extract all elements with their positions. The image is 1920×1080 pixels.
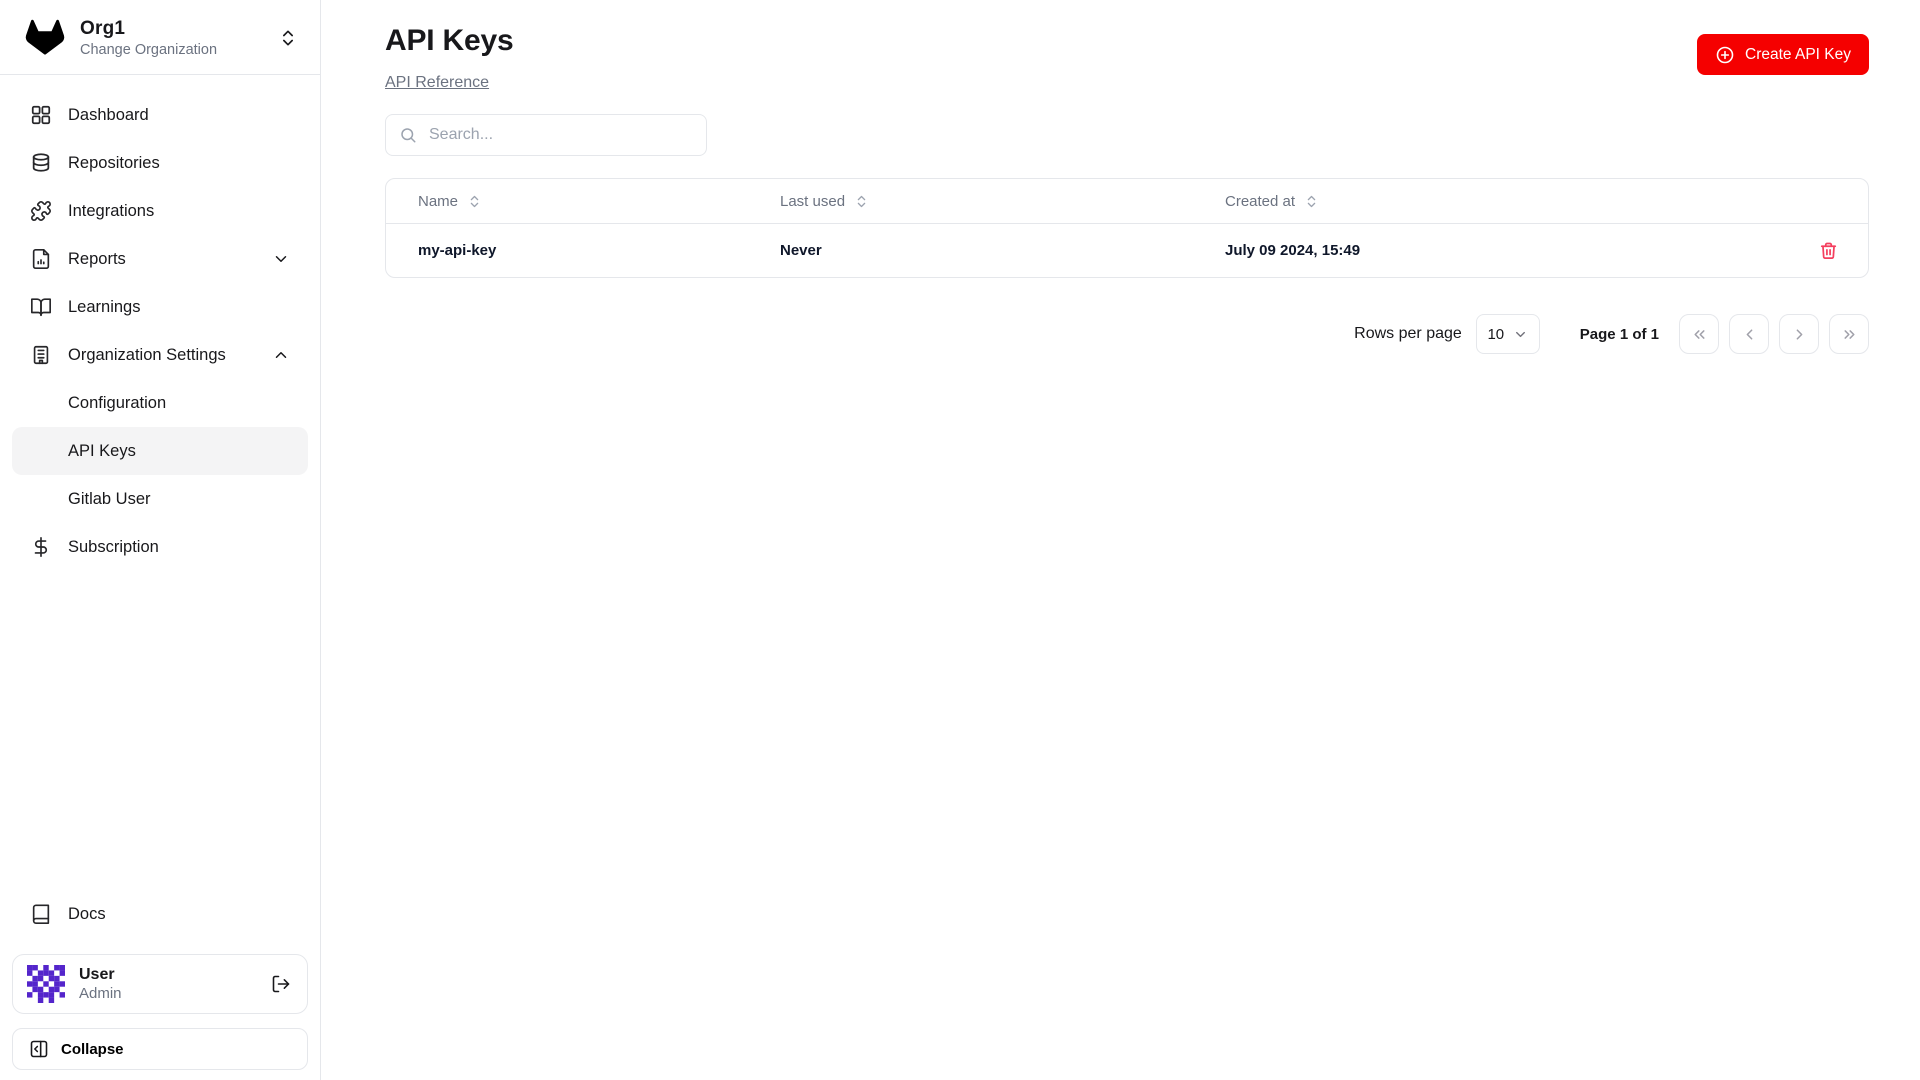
sidebar-item-label: Organization Settings (68, 345, 226, 364)
sidebar-item-subscription[interactable]: Subscription (12, 523, 308, 571)
chevrons-up-down-icon[interactable] (278, 28, 298, 48)
page-info: Page 1 of 1 (1579, 325, 1659, 343)
book-open-icon (31, 298, 51, 317)
column-header-last-used[interactable]: Last used (748, 193, 1193, 210)
sidebar-item-label: API Keys (68, 441, 136, 460)
sidebar-footer: Docs User Admin Collapse (0, 880, 320, 1080)
sidebar-item-gitlab-user[interactable]: Gitlab User (12, 475, 308, 523)
delete-api-key-button[interactable] (1819, 241, 1868, 261)
first-page-button[interactable] (1679, 314, 1719, 354)
create-api-key-label: Create API Key (1745, 45, 1851, 63)
pagination: Rows per page 10 Page 1 of 1 (385, 314, 1869, 354)
search-box (385, 114, 707, 156)
chevron-up-icon (272, 346, 290, 364)
page-title: API Keys (385, 24, 514, 57)
org-subtitle: Change Organization (80, 42, 218, 58)
sidebar-item-dashboard[interactable]: Dashboard (12, 91, 308, 139)
prev-page-button[interactable] (1729, 314, 1769, 354)
main-content: API Keys API Reference Create API Key Na… (321, 0, 1920, 1080)
cell-name: my-api-key (418, 242, 497, 259)
database-icon (32, 153, 50, 172)
sidebar-item-integrations[interactable]: Integrations (12, 187, 308, 235)
trash-icon (1820, 242, 1837, 259)
building-icon (33, 345, 49, 365)
next-page-button[interactable] (1779, 314, 1819, 354)
sidebar-item-label: Docs (68, 904, 106, 923)
api-reference-link[interactable]: API Reference (385, 74, 489, 92)
sidebar-item-docs[interactable]: Docs (12, 890, 308, 938)
dashboard-icon (31, 105, 51, 125)
sidebar-item-repositories[interactable]: Repositories (12, 139, 308, 187)
book-icon (32, 904, 50, 924)
user-card[interactable]: User Admin (12, 954, 308, 1014)
puzzle-icon (31, 201, 51, 221)
column-header-created-at[interactable]: Created at (1193, 193, 1776, 210)
sidebar-item-label: Configuration (68, 393, 167, 412)
cell-created-at: July 09 2024, 15:49 (1225, 242, 1361, 259)
api-keys-table: Name Last used Created at my-api-key Nev… (385, 178, 1869, 278)
sort-icon (470, 195, 479, 207)
org-name: Org1 (80, 18, 126, 39)
sidebar-item-api-keys[interactable]: API Keys (12, 427, 308, 475)
table-row: my-api-key Never July 09 2024, 15:49 (386, 223, 1868, 277)
user-role: Admin (79, 985, 122, 1002)
chevrons-left-icon (1693, 329, 1705, 339)
sidebar-item-label: Dashboard (68, 105, 149, 124)
sidebar-item-label: Learnings (68, 297, 141, 316)
sort-icon (1307, 195, 1316, 207)
logout-icon[interactable] (271, 974, 291, 994)
dollar-icon (34, 537, 48, 557)
sidebar-item-label: Repositories (68, 153, 160, 172)
collapse-button[interactable]: Collapse (12, 1028, 308, 1070)
chevrons-right-icon (1843, 329, 1855, 339)
search-input[interactable] (427, 125, 693, 145)
last-page-button[interactable] (1829, 314, 1869, 354)
rows-per-page-label: Rows per page (1354, 325, 1462, 342)
chevron-right-icon (1796, 328, 1802, 340)
sidebar-item-reports[interactable]: Reports (12, 235, 308, 283)
chevron-down-icon (272, 250, 290, 268)
create-api-key-button[interactable]: Create API Key (1697, 34, 1869, 75)
avatar (27, 965, 65, 1003)
sidebar: Org1 Change Organization Dashboard Repos… (0, 0, 321, 1080)
sidebar-item-label: Subscription (68, 537, 159, 556)
org-switcher[interactable]: Org1 Change Organization (0, 0, 320, 75)
sort-icon (857, 195, 866, 207)
report-icon (32, 249, 50, 269)
sidebar-item-label: Reports (68, 249, 126, 268)
search-icon (401, 128, 416, 143)
sidebar-item-label: Integrations (68, 201, 155, 220)
plus-circle-icon (1716, 46, 1734, 63)
collapse-label: Collapse (61, 1040, 124, 1058)
org-logo-icon (24, 18, 66, 58)
sidebar-item-configuration[interactable]: Configuration (12, 379, 308, 427)
sidebar-item-learnings[interactable]: Learnings (12, 283, 308, 331)
table-header-row: Name Last used Created at (386, 179, 1868, 223)
chevron-left-icon (1746, 328, 1752, 340)
panel-collapse-icon (30, 1040, 48, 1058)
sidebar-item-organization-settings[interactable]: Organization Settings (12, 331, 308, 379)
sidebar-item-label: Gitlab User (68, 489, 151, 508)
column-header-name[interactable]: Name (386, 193, 748, 210)
page-size-value: 10 (1487, 325, 1505, 343)
cell-last-used: Never (780, 242, 822, 259)
page-size-select[interactable]: 10 (1475, 314, 1540, 354)
sidebar-nav: Dashboard Repositories Integrations Repo… (0, 75, 320, 571)
user-name: User (79, 966, 115, 983)
chevron-down-icon (1516, 331, 1526, 337)
